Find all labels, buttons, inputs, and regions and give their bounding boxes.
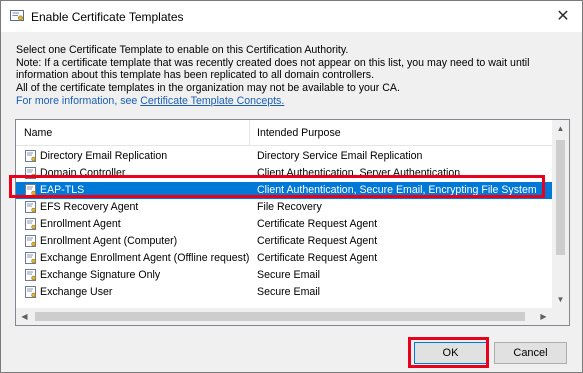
- template-list[interactable]: Name Intended Purpose Directory Email Re…: [15, 119, 570, 326]
- table-row[interactable]: Directory Email Replication Directory Ser…: [16, 148, 552, 165]
- template-name: Exchange User: [40, 286, 113, 298]
- ok-button[interactable]: OK: [414, 342, 487, 364]
- table-row[interactable]: Exchange User Secure Email: [16, 284, 552, 301]
- certificate-icon: [10, 10, 24, 23]
- certificate-template-icon: [25, 150, 37, 163]
- description-line: information about this template has been…: [16, 69, 375, 81]
- scrollbar-corner: [552, 308, 569, 325]
- template-purpose: Directory Service Email Replication: [257, 150, 423, 162]
- close-button[interactable]: ✕: [552, 5, 574, 27]
- horizontal-scrollbar[interactable]: ◀ ▶: [16, 308, 552, 325]
- more-info-prefix: For more information, see: [16, 95, 141, 107]
- table-row[interactable]: EFS Recovery Agent File Recovery: [16, 199, 552, 216]
- title-bar: Enable Certificate Templates ✕: [1, 1, 582, 32]
- vertical-scroll-thumb[interactable]: [556, 140, 565, 255]
- template-purpose: Certificate Request Agent: [257, 252, 378, 264]
- table-row[interactable]: Exchange Enrollment Agent (Offline reque…: [16, 250, 552, 267]
- template-purpose: Certificate Request Agent: [257, 218, 378, 230]
- certificate-template-icon: [25, 218, 37, 231]
- horizontal-scroll-thumb[interactable]: [35, 312, 525, 321]
- more-info-line: For more information, see Certificate Te…: [16, 95, 571, 108]
- template-name: Directory Email Replication: [40, 150, 168, 162]
- certificate-template-icon: [25, 201, 37, 214]
- certificate-template-icon: [25, 184, 37, 197]
- template-name: EFS Recovery Agent: [40, 201, 139, 213]
- description-line: Note: If a certificate template that was…: [16, 56, 530, 69]
- template-purpose: File Recovery: [257, 201, 322, 213]
- table-row[interactable]: Exchange Signature Only Secure Email: [16, 267, 552, 284]
- certificate-template-icon: [25, 286, 37, 299]
- scroll-down-icon[interactable]: ▼: [552, 291, 569, 308]
- template-name: Exchange Enrollment Agent (Offline reque…: [40, 252, 250, 264]
- certificate-template-icon: [25, 252, 37, 265]
- vertical-scrollbar[interactable]: ▲ ▼: [552, 120, 569, 308]
- dialog-window: Enable Certificate Templates ✕ Select on…: [0, 0, 583, 373]
- description-line: Select one Certificate Template to enabl…: [16, 44, 349, 56]
- template-purpose: Client Authentication, Server Authentica…: [257, 167, 461, 179]
- scroll-left-icon[interactable]: ◀: [16, 308, 33, 325]
- certificate-template-icon: [25, 167, 37, 180]
- description: Select one Certificate Template to enabl…: [16, 44, 571, 108]
- table-row[interactable]: Domain Controller Client Authentication, …: [16, 165, 552, 182]
- template-purpose: Client Authentication, Secure Email, Enc…: [257, 184, 537, 196]
- cancel-button[interactable]: Cancel: [494, 342, 567, 364]
- list-rows: Directory Email Replication Directory Ser…: [16, 148, 552, 301]
- template-purpose: Certificate Request Agent: [257, 235, 378, 247]
- list-header: Name Intended Purpose: [16, 120, 552, 146]
- certificate-template-icon: [25, 269, 37, 282]
- template-name: Exchange Signature Only: [40, 269, 161, 281]
- table-row[interactable]: Enrollment Agent Certificate Request Agen…: [16, 216, 552, 233]
- template-name: Enrollment Agent: [40, 218, 121, 230]
- template-name: EAP-TLS: [40, 184, 85, 196]
- table-row[interactable]: EAP-TLS Client Authentication, Secure Ema…: [16, 182, 552, 199]
- template-name: Enrollment Agent (Computer): [40, 235, 178, 247]
- column-header-name[interactable]: Name: [16, 120, 250, 146]
- template-name: Domain Controller: [40, 167, 126, 179]
- column-header-purpose[interactable]: Intended Purpose: [250, 120, 552, 146]
- template-purpose: Secure Email: [257, 286, 320, 298]
- description-line: All of the certificate templates in the …: [16, 81, 400, 94]
- certificate-template-concepts-link[interactable]: Certificate Template Concepts.: [140, 95, 284, 107]
- table-row[interactable]: Enrollment Agent (Computer) Certificate R…: [16, 233, 552, 250]
- scroll-right-icon[interactable]: ▶: [535, 308, 552, 325]
- certificate-template-icon: [25, 235, 37, 248]
- template-purpose: Secure Email: [257, 269, 320, 281]
- window-title: Enable Certificate Templates: [31, 10, 184, 24]
- scroll-up-icon[interactable]: ▲: [552, 120, 569, 137]
